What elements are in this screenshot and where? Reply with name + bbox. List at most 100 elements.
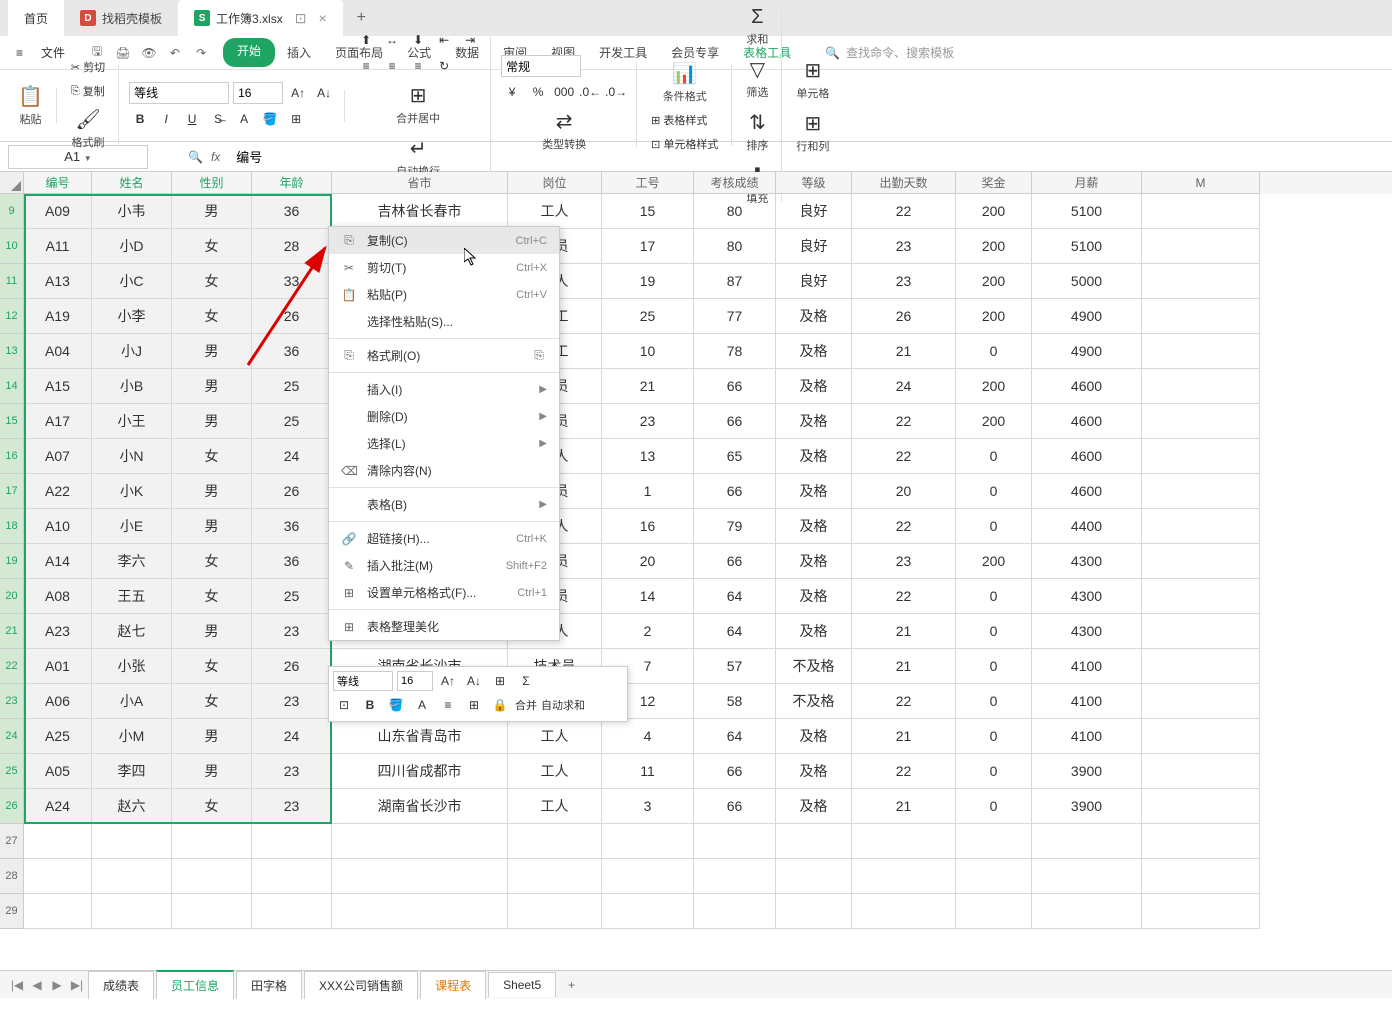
mini-format-icon[interactable]: ⊡ (333, 695, 355, 715)
format-painter-button[interactable]: 🖌格式刷 (68, 103, 109, 154)
cell[interactable]: 23 (602, 404, 694, 439)
cell[interactable]: 良好 (776, 194, 852, 229)
cell[interactable]: 200 (956, 194, 1032, 229)
cell[interactable]: 200 (956, 404, 1032, 439)
cell[interactable] (1142, 474, 1260, 509)
cell[interactable]: 4600 (1032, 369, 1142, 404)
cell[interactable] (602, 894, 694, 929)
cell[interactable] (172, 824, 252, 859)
cell[interactable]: A11 (24, 229, 92, 264)
row-header[interactable]: 12 (0, 299, 24, 334)
cell[interactable]: 4100 (1032, 719, 1142, 754)
cell[interactable]: 26 (252, 649, 332, 684)
cell[interactable] (1142, 439, 1260, 474)
col-header-10[interactable]: 奖金 (956, 172, 1032, 194)
sheet-tab-XXX公司销售额[interactable]: XXX公司销售额 (304, 971, 418, 999)
cell[interactable]: 4600 (1032, 474, 1142, 509)
row-header[interactable]: 16 (0, 439, 24, 474)
mini-fill-color-icon[interactable]: 🪣 (385, 695, 407, 715)
context-item[interactable]: 插入(I)▶ (329, 376, 559, 403)
cell[interactable]: A23 (24, 614, 92, 649)
align-top-icon[interactable]: ⬆ (355, 29, 377, 51)
cell[interactable]: 16 (602, 509, 694, 544)
cell[interactable]: 22 (852, 194, 956, 229)
cell[interactable] (1142, 859, 1260, 894)
italic-button[interactable]: I (155, 108, 177, 130)
cell[interactable] (1142, 754, 1260, 789)
row-header[interactable]: 15 (0, 404, 24, 439)
cell[interactable]: 11 (602, 754, 694, 789)
cell[interactable]: A10 (24, 509, 92, 544)
cell[interactable]: 湖南省长沙市 (332, 789, 508, 824)
cell[interactable]: 王五 (92, 579, 172, 614)
cell[interactable]: 25 (252, 369, 332, 404)
cell[interactable] (602, 859, 694, 894)
row-header[interactable]: 27 (0, 824, 24, 859)
cell[interactable]: 77 (694, 299, 776, 334)
cell[interactable]: 赵七 (92, 614, 172, 649)
dec-decimal-icon[interactable]: .0→ (605, 81, 627, 103)
col-header-9[interactable]: 出勤天数 (852, 172, 956, 194)
context-item[interactable]: 选择性粘贴(S)... (329, 308, 559, 335)
indent-right-icon[interactable]: ⇥ (459, 29, 481, 51)
cell[interactable]: 0 (956, 719, 1032, 754)
mini-decrease-font-icon[interactable]: A↓ (463, 671, 485, 691)
col-header-7[interactable]: 考核成绩 (694, 172, 776, 194)
cell[interactable]: A09 (24, 194, 92, 229)
underline-button[interactable]: U (181, 108, 203, 130)
cell[interactable]: 吉林省长春市 (332, 194, 508, 229)
close-icon[interactable]: × (318, 10, 326, 26)
cell[interactable]: 小张 (92, 649, 172, 684)
cell[interactable]: 四川省成都市 (332, 754, 508, 789)
cell[interactable]: 李六 (92, 544, 172, 579)
cell[interactable]: 20 (852, 474, 956, 509)
cell[interactable]: 小C (92, 264, 172, 299)
row-header[interactable]: 10 (0, 229, 24, 264)
percent-icon[interactable]: % (527, 81, 549, 103)
cell[interactable] (852, 824, 956, 859)
cell[interactable] (332, 824, 508, 859)
cell[interactable]: 21 (852, 614, 956, 649)
cell[interactable]: 4100 (1032, 684, 1142, 719)
cell[interactable] (24, 859, 92, 894)
row-header[interactable]: 11 (0, 264, 24, 299)
cell[interactable] (1142, 614, 1260, 649)
cell[interactable] (172, 894, 252, 929)
cell[interactable]: 0 (956, 334, 1032, 369)
merge-button[interactable]: ⊞合并居中 (392, 79, 444, 130)
cell[interactable]: 李四 (92, 754, 172, 789)
row-header[interactable]: 9 (0, 194, 24, 229)
cell[interactable]: 22 (852, 684, 956, 719)
preview-icon[interactable]: 👁 (139, 43, 159, 63)
cell[interactable]: 女 (172, 544, 252, 579)
strikethrough-button[interactable]: S̶ (207, 108, 229, 130)
cell[interactable] (508, 894, 602, 929)
cell[interactable]: 24 (252, 439, 332, 474)
cell[interactable]: 23 (852, 544, 956, 579)
row-header[interactable]: 28 (0, 859, 24, 894)
cell[interactable]: 及格 (776, 614, 852, 649)
cell[interactable] (252, 859, 332, 894)
comma-icon[interactable]: 000 (553, 81, 575, 103)
sheet-tab-员工信息[interactable]: 员工信息 (156, 970, 234, 999)
col-header-8[interactable]: 等级 (776, 172, 852, 194)
cell[interactable] (92, 894, 172, 929)
col-header-5[interactable]: 岗位 (508, 172, 602, 194)
cell[interactable]: 不及格 (776, 649, 852, 684)
redo-icon[interactable]: ↷ (191, 43, 211, 63)
cell[interactable]: 小E (92, 509, 172, 544)
search-fx-icon[interactable]: 🔍 (188, 150, 203, 164)
cell[interactable]: 0 (956, 614, 1032, 649)
cell[interactable] (24, 824, 92, 859)
cell[interactable]: 23 (852, 229, 956, 264)
cell[interactable]: 工人 (508, 194, 602, 229)
cell[interactable] (1032, 894, 1142, 929)
cell[interactable]: 及格 (776, 579, 852, 614)
cell[interactable]: 工人 (508, 754, 602, 789)
cell[interactable] (1142, 194, 1260, 229)
cell[interactable]: 良好 (776, 229, 852, 264)
cell[interactable] (1142, 229, 1260, 264)
col-header-11[interactable]: 月薪 (1032, 172, 1142, 194)
cell[interactable]: 22 (852, 439, 956, 474)
cell[interactable]: 0 (956, 684, 1032, 719)
